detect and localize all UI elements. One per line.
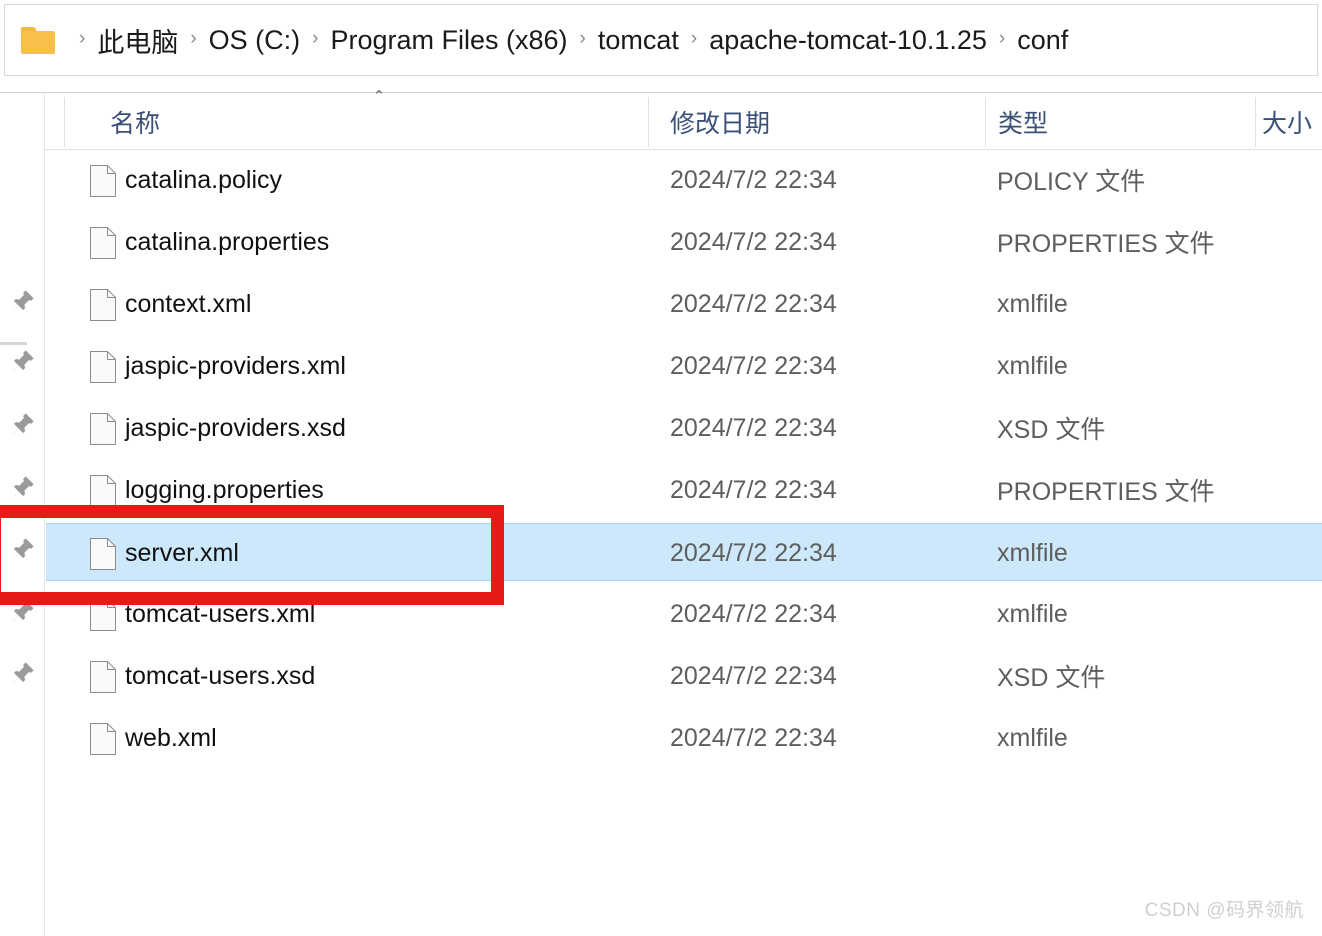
file-type: xmlfile [997, 289, 1068, 318]
file-list[interactable]: catalina.policy 2024/7/2 22:34 POLICY 文件 ca… [46, 151, 1322, 851]
file-size [1261, 524, 1316, 582]
table-row[interactable]: web.xml 2024/7/2 22:34 xmlfile [46, 709, 1322, 767]
file-size [1261, 647, 1316, 705]
column-divider[interactable] [985, 97, 986, 147]
column-header-type[interactable]: 类型 [998, 93, 1048, 150]
file-type: XSD 文件 [997, 664, 1106, 692]
file-date-modified: 2024/7/2 22:34 [670, 661, 837, 690]
file-name[interactable]: catalina.properties [125, 213, 329, 271]
file-type: xmlfile [997, 351, 1068, 380]
file-size [1261, 399, 1316, 457]
table-row[interactable]: server.xml 2024/7/2 22:34 xmlfile [46, 523, 1322, 581]
file-icon [90, 165, 116, 197]
file-name[interactable]: web.xml [125, 709, 217, 767]
file-size [1261, 461, 1316, 519]
file-name[interactable]: jaspic-providers.xml [125, 337, 346, 395]
table-row[interactable]: jaspic-providers.xsd 2024/7/2 22:34 XSD 文件 [46, 399, 1322, 457]
breadcrumb-item[interactable]: apache-tomcat-10.1.25 [707, 25, 989, 56]
file-name[interactable]: context.xml [125, 275, 251, 333]
file-icon [90, 599, 116, 631]
sort-ascending-icon[interactable]: ⌃ [369, 89, 389, 104]
file-name[interactable]: catalina.policy [125, 151, 282, 209]
file-size [1261, 709, 1316, 767]
rail-divider [0, 342, 27, 345]
breadcrumb-separator: › [579, 28, 586, 49]
file-date-modified: 2024/7/2 22:34 [670, 599, 837, 628]
column-divider[interactable] [1255, 97, 1256, 147]
column-divider[interactable] [64, 97, 65, 147]
column-header-date[interactable]: 修改日期 [670, 93, 770, 150]
pin-icon[interactable] [10, 536, 36, 562]
breadcrumb-item[interactable]: conf [1015, 25, 1070, 56]
file-name[interactable]: logging.properties [125, 461, 324, 519]
file-type: xmlfile [997, 538, 1068, 567]
breadcrumb[interactable]: › 此电脑 › OS (C:) › Program Files (x86) › tomcat ›… [69, 21, 1070, 60]
column-header-name[interactable]: 名称 [110, 93, 160, 150]
quick-access-rail [0, 93, 45, 936]
address-bar[interactable]: › 此电脑 › OS (C:) › Program Files (x86) › tomcat ›… [4, 4, 1318, 76]
pin-icon[interactable] [10, 411, 36, 437]
table-row[interactable]: tomcat-users.xsd 2024/7/2 22:34 XSD 文件 [46, 647, 1322, 705]
column-divider[interactable] [648, 97, 649, 147]
file-size [1261, 337, 1316, 395]
column-header-size[interactable]: 大小 [1262, 93, 1312, 150]
breadcrumb-separator: › [998, 28, 1006, 49]
breadcrumb-separator: › [79, 28, 86, 49]
pin-icon[interactable] [10, 288, 36, 314]
file-type: PROPERTIES 文件 [997, 478, 1215, 506]
breadcrumb-item[interactable]: 此电脑 [95, 21, 180, 60]
file-type: POLICY 文件 [997, 168, 1146, 196]
pin-icon[interactable] [10, 660, 36, 686]
file-date-modified: 2024/7/2 22:34 [670, 538, 837, 567]
file-icon [90, 538, 116, 570]
table-row[interactable]: logging.properties 2024/7/2 22:34 PROPERTI… [46, 461, 1322, 519]
file-icon [90, 661, 116, 693]
file-size [1261, 213, 1316, 271]
table-row[interactable]: tomcat-users.xml 2024/7/2 22:34 xmlfile [46, 585, 1322, 643]
file-date-modified: 2024/7/2 22:34 [670, 351, 837, 380]
file-date-modified: 2024/7/2 22:34 [670, 475, 837, 504]
file-icon [90, 413, 116, 445]
file-type: xmlfile [997, 723, 1068, 752]
file-name[interactable]: tomcat-users.xsd [125, 647, 315, 705]
file-size [1261, 585, 1316, 643]
file-icon [90, 289, 116, 321]
pin-icon[interactable] [10, 474, 36, 500]
table-row[interactable]: jaspic-providers.xml 2024/7/2 22:34 xmlfil… [46, 337, 1322, 395]
table-row[interactable]: catalina.properties 2024/7/2 22:34 PROPERT… [46, 213, 1322, 271]
file-name[interactable]: jaspic-providers.xsd [125, 399, 346, 457]
file-date-modified: 2024/7/2 22:34 [670, 227, 837, 256]
breadcrumb-item[interactable]: Program Files (x86) [328, 25, 569, 56]
file-icon [90, 351, 116, 383]
file-name[interactable]: tomcat-users.xml [125, 585, 315, 643]
pin-icon[interactable] [10, 348, 36, 374]
file-icon [90, 723, 116, 755]
breadcrumb-separator: › [312, 28, 319, 49]
file-date-modified: 2024/7/2 22:34 [670, 165, 837, 194]
file-date-modified: 2024/7/2 22:34 [670, 289, 837, 318]
column-header-row: 名称 修改日期 类型 大小 [0, 92, 1322, 150]
table-row[interactable]: context.xml 2024/7/2 22:34 xmlfile [46, 275, 1322, 333]
breadcrumb-item[interactable]: tomcat [596, 25, 681, 56]
folder-icon [21, 26, 55, 54]
breadcrumb-separator: › [190, 28, 197, 49]
table-row[interactable]: catalina.policy 2024/7/2 22:34 POLICY 文件 [46, 151, 1322, 209]
file-type: XSD 文件 [997, 416, 1106, 444]
watermark: CSDN @码界领航 [1144, 900, 1304, 921]
file-date-modified: 2024/7/2 22:34 [670, 413, 837, 442]
pin-icon[interactable] [10, 598, 36, 624]
file-type: PROPERTIES 文件 [997, 230, 1215, 258]
file-type: xmlfile [997, 599, 1068, 628]
file-size [1261, 151, 1316, 209]
file-icon [90, 475, 116, 507]
file-icon [90, 227, 116, 259]
file-size [1261, 275, 1316, 333]
file-name[interactable]: server.xml [125, 524, 239, 582]
breadcrumb-item[interactable]: OS (C:) [207, 25, 303, 56]
file-date-modified: 2024/7/2 22:34 [670, 723, 837, 752]
breadcrumb-separator: › [690, 28, 698, 49]
file-explorer-window: › 此电脑 › OS (C:) › Program Files (x86) › tomcat ›… [0, 0, 1322, 936]
